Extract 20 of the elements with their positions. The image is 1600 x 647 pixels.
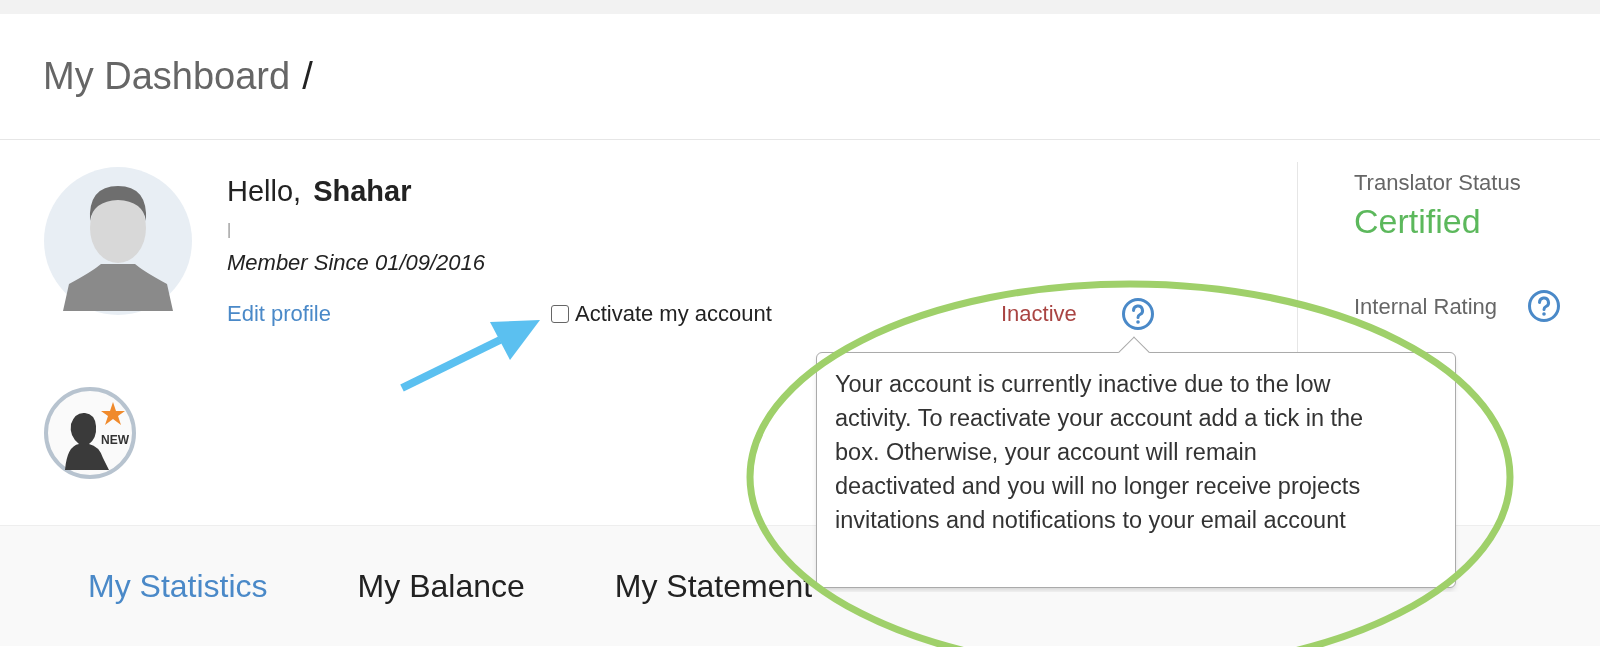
tab[interactable]: My Statistics <box>88 562 268 610</box>
translator-status: Certified <box>1354 201 1482 242</box>
activate-checkbox[interactable] <box>551 304 569 323</box>
help-icon[interactable] <box>1527 289 1562 323</box>
activate-checkbox-label[interactable]: Activate my account <box>551 297 1001 330</box>
divider-mark: | <box>227 219 233 240</box>
new-member-badge-icon: NEW <box>43 386 137 480</box>
tab[interactable]: My Statement <box>614 562 813 610</box>
edit-profile-link[interactable]: Edit profile <box>227 297 551 330</box>
page-title: My Dashboard <box>43 54 291 99</box>
breadcrumb-separator: / <box>302 54 313 99</box>
help-icon[interactable] <box>1121 296 1155 331</box>
tab[interactable]: My Balance <box>357 562 525 610</box>
member-since-text: Member Since 01/09/2016 <box>227 248 487 277</box>
account-status: Inactive <box>1001 300 1078 328</box>
greeting-text: Hello, <box>227 174 302 209</box>
status-label: Translator Status <box>1354 169 1522 197</box>
rating-label: Internal Rating <box>1354 292 1498 321</box>
tooltip-text: Your account is currently inactive due to the low activity. To reactivate your account add a tick in the box. Otherwise, your account will remain deactivated and you will no longer receive projects invitations and notifications to your email account <box>835 370 1365 535</box>
user-name: Shahar <box>313 174 412 209</box>
